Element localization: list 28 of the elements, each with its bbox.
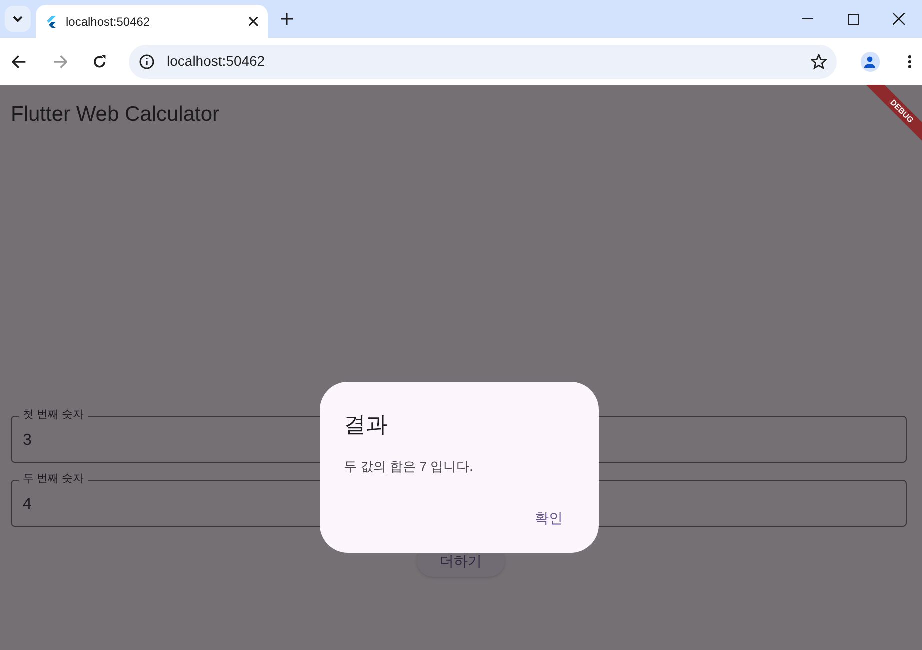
new-tab-icon[interactable]: [281, 13, 293, 25]
app-title: Flutter Web Calculator: [11, 102, 220, 128]
minimize-icon[interactable]: [802, 18, 812, 20]
field-value: 3: [23, 430, 32, 450]
url-text: localhost:50462: [167, 52, 266, 71]
browser-tab[interactable]: localhost:50462: [36, 5, 268, 38]
chevron-down-icon: [13, 16, 23, 22]
address-bar[interactable]: localhost:50462: [129, 44, 837, 78]
person-icon: [864, 56, 876, 68]
close-icon[interactable]: [893, 13, 905, 25]
dialog-message: 두 값의 합은 7 입니다.: [344, 458, 474, 476]
confirm-button[interactable]: 확인: [523, 503, 575, 533]
forward-arrow-icon[interactable]: [54, 54, 68, 68]
flutter-logo-icon: [46, 16, 56, 28]
more-options-icon[interactable]: [908, 54, 912, 68]
field-label: 두 번째 숫자: [19, 472, 88, 486]
profile-avatar[interactable]: [860, 52, 880, 72]
maximize-icon[interactable]: [848, 14, 858, 24]
info-icon[interactable]: [139, 54, 156, 70]
field-label: 첫 번째 숫자: [19, 408, 88, 422]
tab-title: localhost:50462: [66, 14, 152, 30]
back-arrow-icon[interactable]: [12, 54, 26, 68]
tab-list-button[interactable]: [5, 6, 31, 32]
reload-icon[interactable]: [93, 54, 108, 68]
dialog-title: 결과: [344, 411, 389, 439]
star-icon[interactable]: [810, 54, 827, 70]
close-tab-icon[interactable]: [249, 17, 258, 26]
field-value: 4: [23, 494, 32, 514]
